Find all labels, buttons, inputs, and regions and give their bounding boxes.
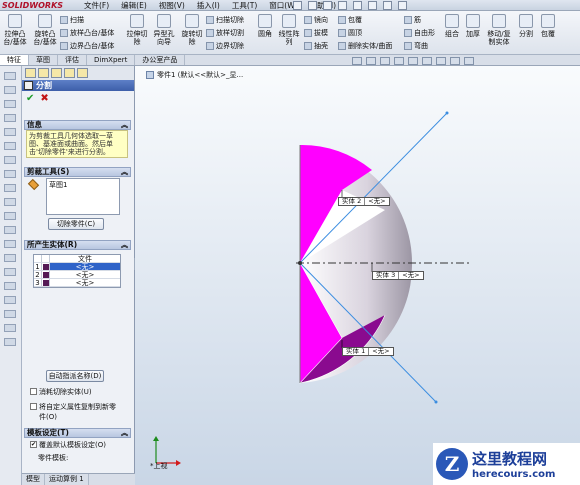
watermark-url: herecours.com [472, 469, 556, 480]
body-callout-2[interactable]: 实体 2 <无> [338, 197, 390, 206]
watermark: Z 这里教程网 herecours.com [433, 443, 580, 485]
body-callout-3[interactable]: 实体 3 <无> [372, 271, 424, 280]
body-callout-1[interactable]: 实体 1 <无> [342, 347, 394, 356]
site-logo: Z [436, 448, 468, 480]
model-geometry[interactable] [0, 0, 580, 485]
watermark-title: 这里教程网 [472, 450, 548, 468]
view-orientation-label: *上视 [150, 462, 168, 470]
